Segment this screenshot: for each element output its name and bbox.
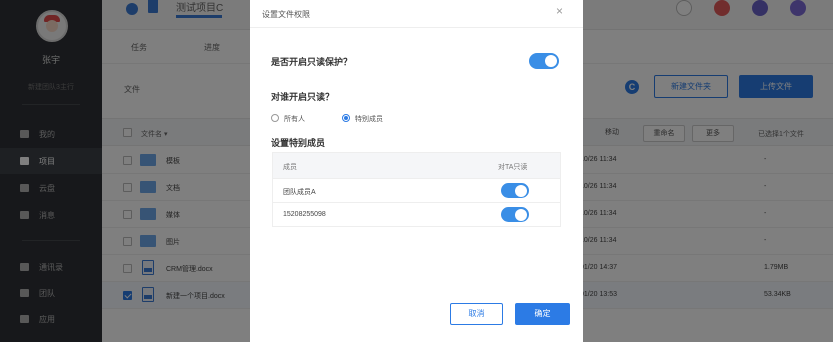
member-row: 15208255098 <box>273 202 560 226</box>
member-name: 团队成员A <box>283 189 316 196</box>
member-table: 成员 对TA只读 团队成员A 15208255098 <box>272 152 561 227</box>
member-readonly-toggle[interactable] <box>501 183 529 198</box>
readonly-question: 是否开启只读保护？ <box>271 57 353 67</box>
radio-everyone[interactable] <box>271 114 279 122</box>
file-permission-dialog: 设置文件权限 × 是否开启只读保护？ 对谁开启只读？ 所有人 特别成员 设置特别… <box>250 0 583 342</box>
column-member: 成员 <box>283 164 297 171</box>
member-name: 15208255098 <box>283 211 326 218</box>
dialog-divider <box>250 27 583 28</box>
who-question: 对谁开启只读？ <box>271 92 335 102</box>
member-readonly-toggle[interactable] <box>501 207 529 222</box>
confirm-button[interactable]: 确定 <box>515 303 570 325</box>
member-row: 团队成员A <box>273 178 560 202</box>
radio-special-members[interactable] <box>342 114 350 122</box>
radio-everyone-label[interactable]: 所有人 <box>284 114 305 124</box>
members-section-title: 设置特别成员 <box>271 138 326 148</box>
column-readonly: 对TA只读 <box>498 164 528 171</box>
readonly-toggle[interactable] <box>529 53 559 69</box>
radio-special-members-label[interactable]: 特别成员 <box>355 114 383 124</box>
dialog-title: 设置文件权限 <box>262 10 310 19</box>
member-table-header: 成员 对TA只读 <box>273 153 560 178</box>
close-icon[interactable]: × <box>556 5 563 17</box>
cancel-button[interactable]: 取消 <box>450 303 503 325</box>
